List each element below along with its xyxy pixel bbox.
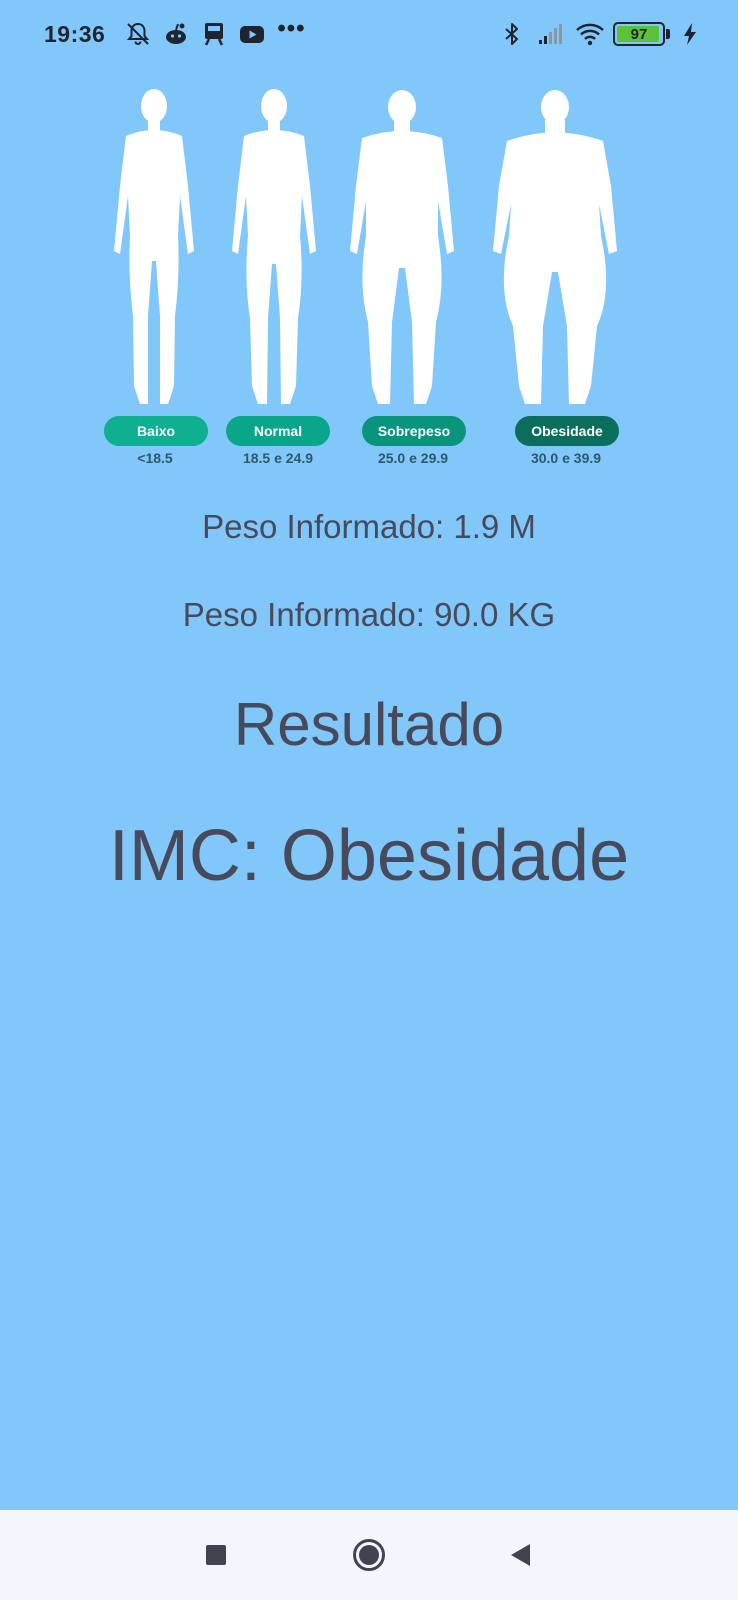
- status-bar: 19:36 ••• 97: [0, 0, 738, 68]
- status-right: 97: [499, 21, 708, 47]
- bluetooth-icon: [499, 21, 525, 47]
- square-icon: [204, 1543, 228, 1572]
- train-icon: [201, 21, 227, 47]
- status-left: 19:36 •••: [44, 15, 306, 48]
- figure-baixo: [100, 86, 208, 411]
- triangle-back-icon: [508, 1542, 534, 1573]
- home-button[interactable]: [352, 1538, 386, 1577]
- more-notifications-icon: •••: [277, 15, 306, 42]
- battery-icon: 97: [613, 22, 665, 46]
- result-value: IMC: Obesidade: [108, 816, 630, 896]
- battery-level: 97: [630, 25, 648, 43]
- status-time: 19:36: [44, 20, 106, 47]
- recent-apps-button[interactable]: [199, 1540, 233, 1574]
- category-badge-baixo: Baixo: [104, 416, 208, 446]
- reddit-icon: [163, 21, 189, 47]
- category-badge-normal: Normal: [226, 416, 330, 446]
- category-range-baixo: <18.5: [137, 450, 173, 466]
- signal-icon: [537, 21, 563, 47]
- category-range-sobrepeso: 25.0 e 29.9: [377, 450, 449, 466]
- weight-info-text: Peso Informado: 90.0 KG: [182, 596, 556, 633]
- circle-icon: [352, 1538, 386, 1577]
- figure-obesidade: [485, 86, 625, 411]
- battery-indicator: 97: [613, 22, 670, 46]
- category-badge-sobrepeso: Sobrepeso: [362, 416, 466, 446]
- figure-sobrepeso: [342, 86, 462, 411]
- wifi-icon: [575, 21, 604, 47]
- bell-off-icon: [125, 21, 151, 47]
- category-range-obesidade: 30.0 e 39.9: [530, 450, 602, 466]
- back-button[interactable]: [504, 1540, 538, 1574]
- charging-icon: [682, 21, 708, 47]
- category-range-normal: 18.5 e 24.9: [242, 450, 314, 466]
- height-info-text: Peso Informado: 1.9 M: [202, 508, 536, 545]
- system-nav-bar: [0, 1510, 738, 1600]
- bmi-figures-chart: Baixo Normal Sobrepeso Obesidade <18.5 1…: [100, 86, 630, 476]
- result-title: Resultado: [233, 691, 505, 758]
- youtube-icon: [239, 21, 265, 47]
- figure-normal: [220, 86, 328, 411]
- category-badge-obesidade: Obesidade: [515, 416, 619, 446]
